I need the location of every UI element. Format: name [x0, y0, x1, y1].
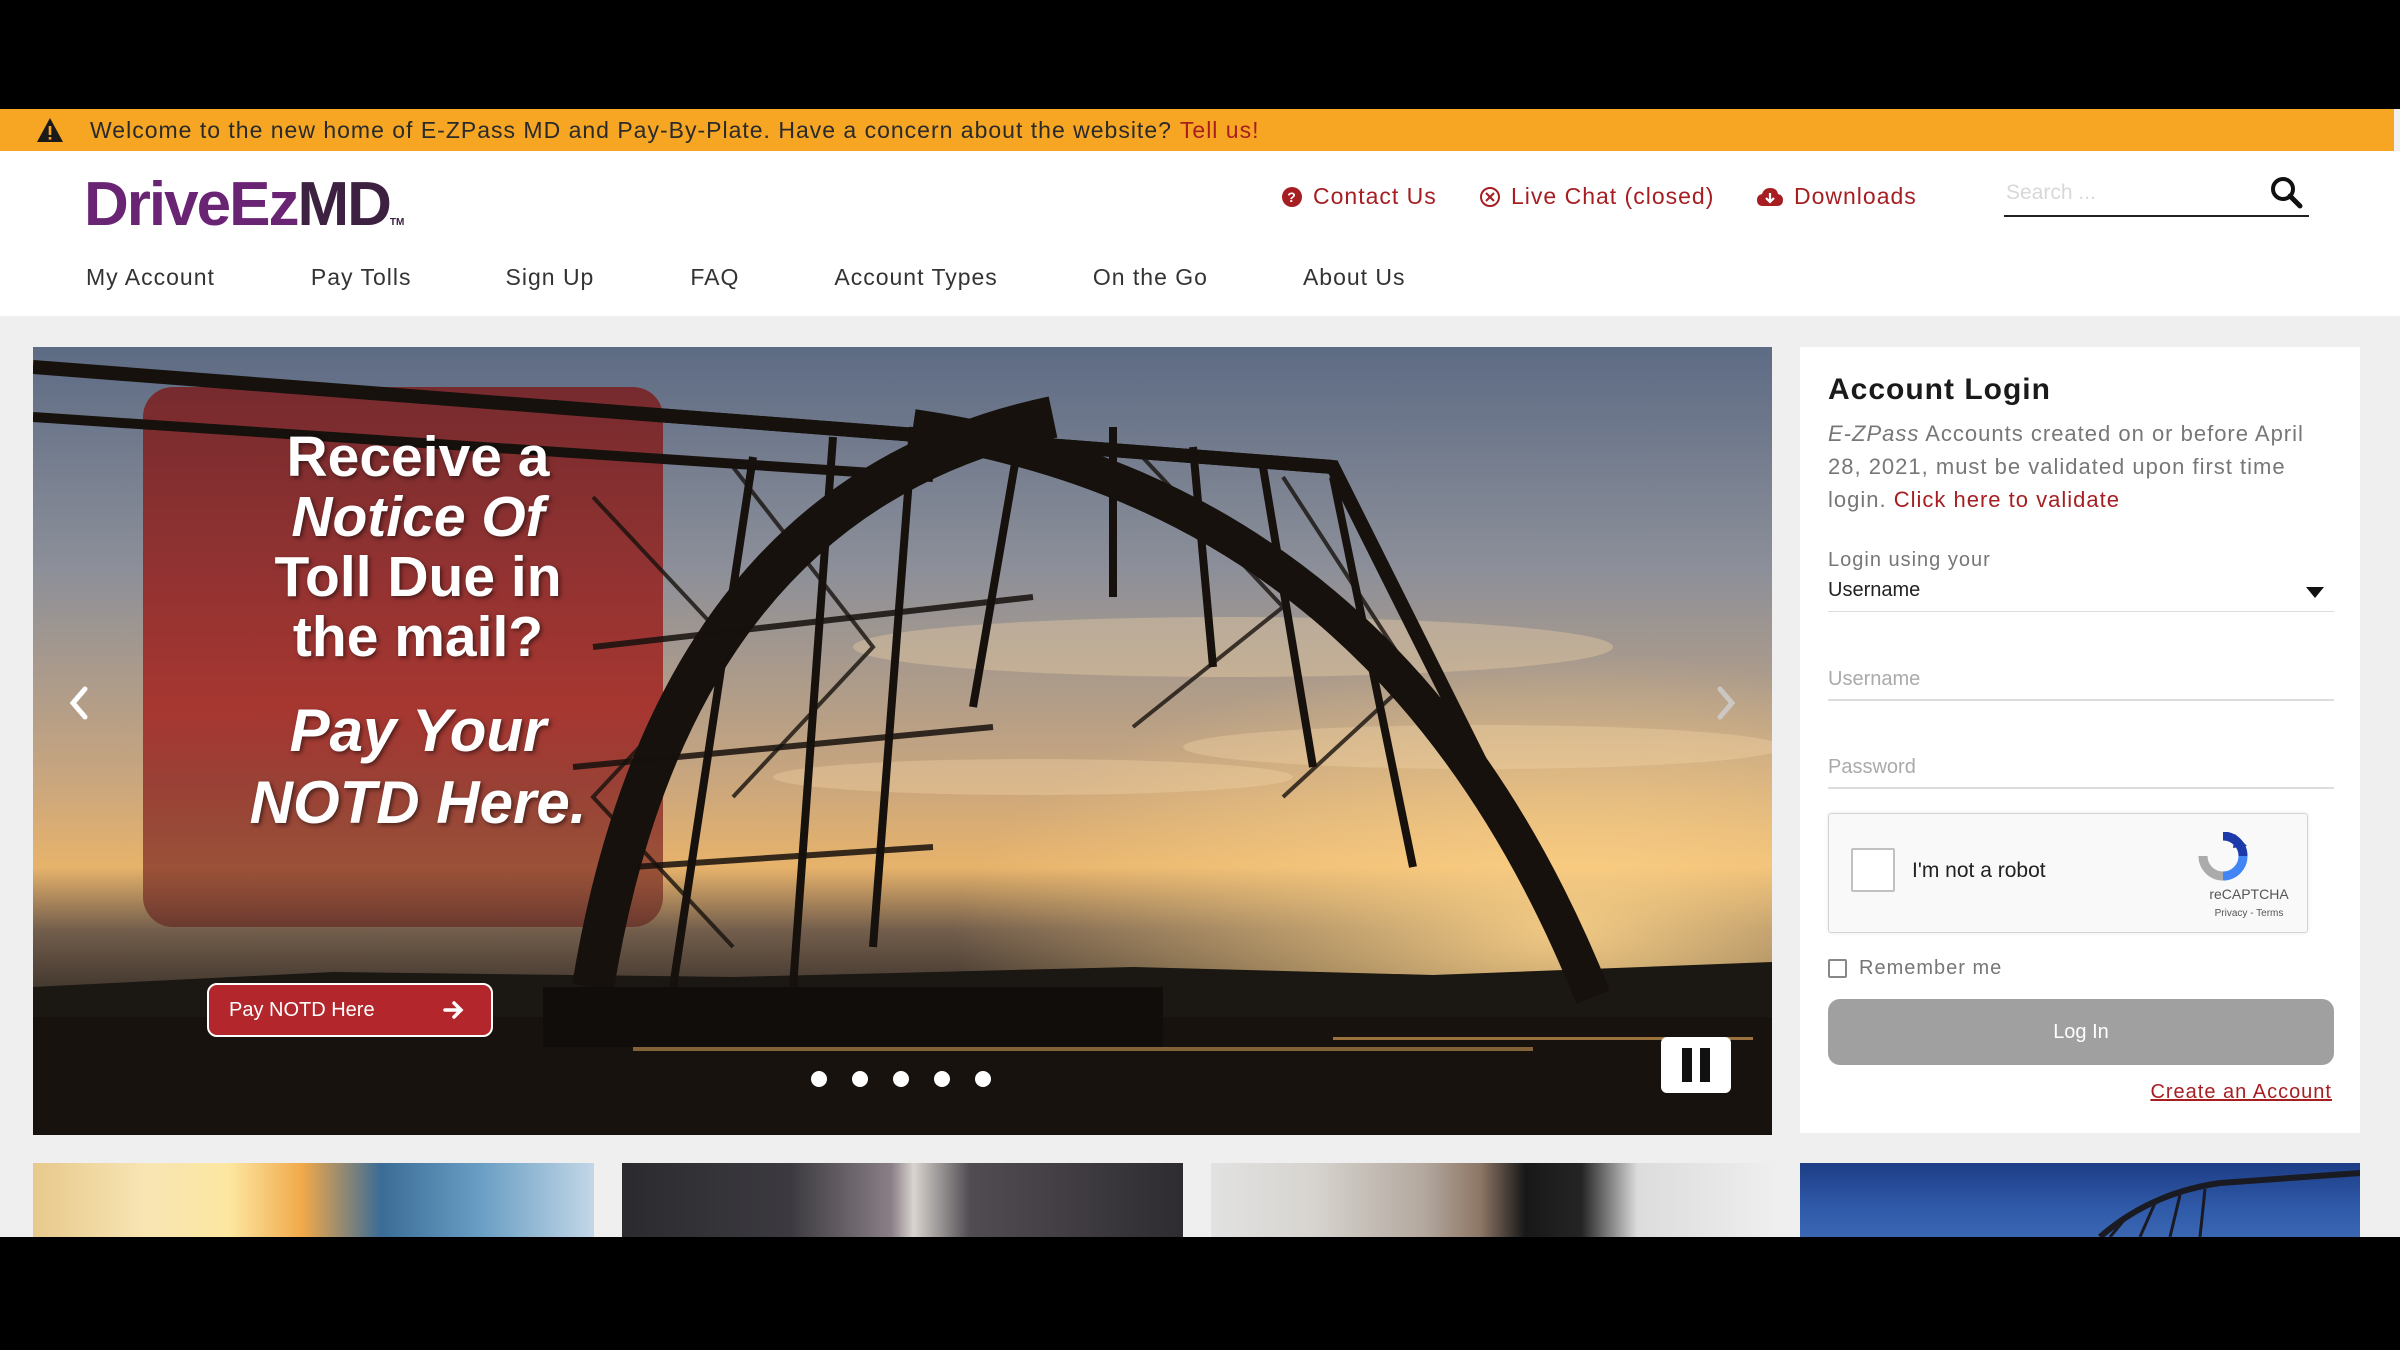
hero-carousel: Receive a Notice Of Toll Due in the mail… [33, 347, 1772, 1135]
log-in-button[interactable]: Log In [1828, 999, 2334, 1065]
site-alert-banner: Welcome to the new home of E-ZPass MD an… [0, 109, 2394, 151]
question-circle-icon: ? [1282, 186, 1302, 207]
nav-pay-tolls[interactable]: Pay Tolls [311, 264, 412, 291]
warning-icon [37, 118, 63, 142]
login-title: Account Login [1828, 373, 2051, 406]
svg-text:?: ? [1287, 189, 1297, 205]
search-icon[interactable] [2269, 175, 2303, 209]
cloud-download-icon [1757, 187, 1783, 206]
promo-card-1[interactable] [33, 1163, 594, 1237]
hero-headline: Receive a Notice Of Toll Due in the mail… [249, 425, 587, 836]
carousel-dot-5[interactable] [975, 1071, 991, 1087]
carousel-pause-button[interactable] [1661, 1037, 1731, 1093]
x-circle-icon [1480, 186, 1500, 207]
carousel-indicators [811, 1071, 1016, 1087]
pause-icon [1682, 1048, 1692, 1082]
recaptcha-label: I'm not a robot [1912, 859, 2046, 882]
search-input[interactable] [2004, 177, 2248, 209]
carousel-dot-1[interactable] [811, 1071, 827, 1087]
remember-me: Remember me [1828, 957, 2002, 980]
caret-down-icon [2306, 587, 2324, 598]
nav-faq[interactable]: FAQ [690, 264, 739, 291]
remember-me-label: Remember me [1859, 957, 2003, 979]
downloads-link[interactable]: Downloads [1756, 183, 1917, 210]
pay-notd-button[interactable]: Pay NOTD Here [207, 983, 493, 1037]
bridge-thumbnail [2098, 1170, 2360, 1237]
account-login-panel: Account Login E-ZPass Accounts created o… [1800, 347, 2360, 1133]
nav-about-us[interactable]: About Us [1303, 264, 1406, 291]
live-chat-link[interactable]: Live Chat (closed) [1479, 183, 1714, 210]
carousel-next-icon[interactable] [1710, 683, 1742, 723]
validate-link[interactable]: Click here to validate [1894, 487, 2120, 512]
nav-account-types[interactable]: Account Types [834, 264, 997, 291]
login-type-select[interactable]: Username [1828, 579, 2334, 612]
tell-us-link[interactable]: Tell us! [1180, 117, 1260, 144]
password-field[interactable] [1828, 747, 2334, 789]
promo-card-4[interactable] [1800, 1163, 2360, 1237]
remember-me-checkbox[interactable] [1828, 959, 1847, 978]
username-field[interactable] [1828, 659, 2334, 701]
main-nav: My Account Pay Tolls Sign Up FAQ Account… [86, 264, 1406, 291]
carousel-dot-4[interactable] [934, 1071, 950, 1087]
create-account-link[interactable]: Create an Account [2150, 1081, 2332, 1104]
arrow-right-icon [443, 1001, 464, 1019]
contact-us-link[interactable]: ? Contact Us [1281, 183, 1437, 210]
login-using-label: Login using your [1828, 549, 1991, 571]
site-header: DriveEzMDTM ? Contact Us Live Chat (clos… [0, 151, 2400, 316]
promo-card-2[interactable] [622, 1163, 1183, 1237]
promo-card-3[interactable] [1211, 1163, 1772, 1237]
carousel-dot-3[interactable] [893, 1071, 909, 1087]
search-box [2004, 171, 2309, 217]
drive-ez-md-logo[interactable]: DriveEzMDTM [84, 169, 404, 240]
alert-message: Welcome to the new home of E-ZPass MD an… [90, 116, 1172, 143]
carousel-dot-2[interactable] [852, 1071, 868, 1087]
nav-my-account[interactable]: My Account [86, 264, 215, 291]
recaptcha-widget: I'm not a robot reCAPTCHA Privacy - Term… [1828, 813, 2308, 933]
nav-sign-up[interactable]: Sign Up [506, 264, 595, 291]
login-validation-notice: E-ZPass Accounts created on or before Ap… [1828, 421, 2304, 512]
browser-viewport: Welcome to the new home of E-ZPass MD an… [0, 109, 2400, 1237]
recaptcha-logo-icon [2198, 832, 2248, 881]
recaptcha-privacy-terms[interactable]: Privacy - Terms [2199, 908, 2299, 919]
carousel-prev-icon[interactable] [63, 683, 95, 723]
nav-on-the-go[interactable]: On the Go [1093, 264, 1208, 291]
recaptcha-checkbox[interactable] [1851, 848, 1895, 892]
